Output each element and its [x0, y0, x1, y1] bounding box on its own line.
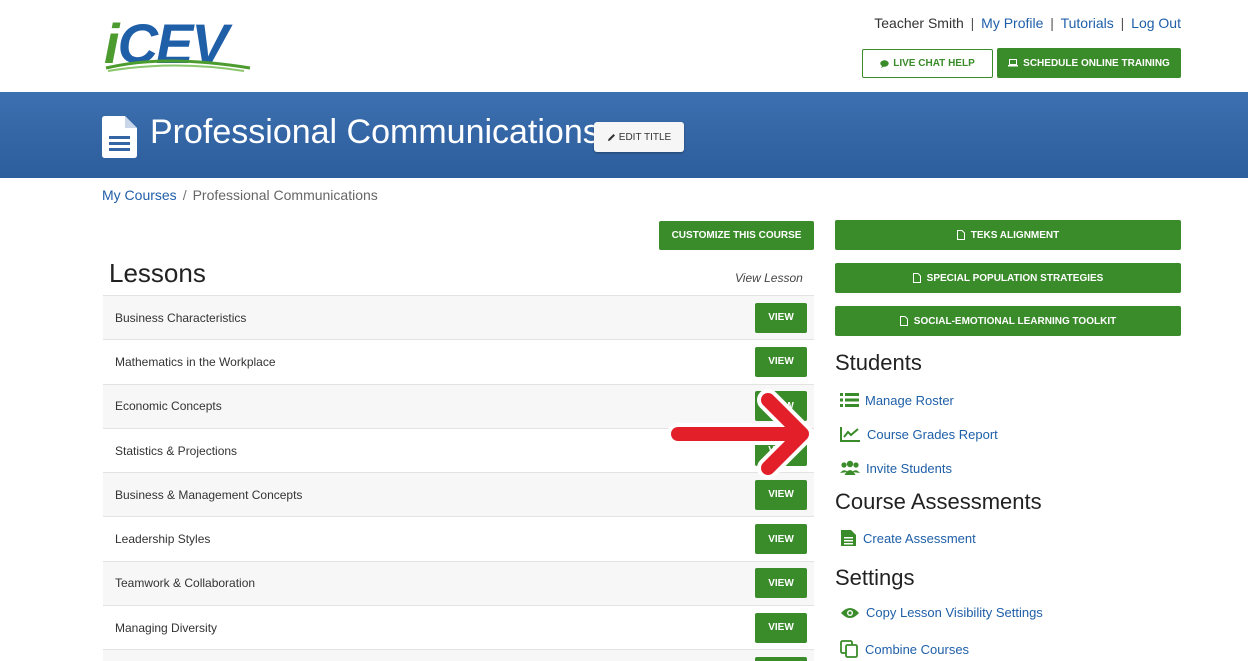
annotation-arrow-icon [668, 389, 813, 479]
users-icon [840, 460, 860, 475]
line-chart-icon [840, 427, 860, 442]
manage-roster-label: Manage Roster [865, 392, 954, 408]
top-header: iCEV Teacher Smith | My Profile | Tutori… [0, 0, 1248, 92]
combine-courses-link[interactable]: Combine Courses [840, 640, 969, 658]
sel-toolkit-button[interactable]: SOCIAL-EMOTIONAL LEARNING TOOLKIT [835, 306, 1181, 336]
schedule-label: SCHEDULE ONLINE TRAINING [1023, 57, 1170, 69]
lesson-name: Business Characteristics [115, 310, 247, 325]
lesson-name: Managing Diversity [115, 620, 218, 635]
chat-bubble-icon [880, 59, 889, 68]
schedule-online-training-button[interactable]: SCHEDULE ONLINE TRAINING [997, 48, 1181, 78]
special-population-label: SPECIAL POPULATION STRATEGIES [926, 272, 1104, 284]
teks-alignment-label: TEKS ALIGNMENT [970, 229, 1060, 241]
lesson-name: Teamwork & Collaboration [115, 576, 256, 591]
manage-roster-link[interactable]: Manage Roster [840, 392, 954, 408]
file-icon [841, 530, 856, 546]
course-grades-report-label: Course Grades Report [867, 426, 998, 442]
table-row: Business Characteristics VIEW [103, 295, 814, 340]
view-lesson-button[interactable]: VIEW [755, 524, 807, 555]
invite-students-label: Invite Students [866, 460, 952, 476]
file-icon [956, 230, 965, 240]
course-assessments-heading: Course Assessments [835, 489, 1042, 514]
copy-lesson-visibility-link[interactable]: Copy Lesson Visibility Settings [840, 605, 1043, 620]
create-assessment-link[interactable]: Create Assessment [840, 529, 976, 547]
lesson-name: Business & Management Concepts [115, 487, 303, 502]
eye-icon [841, 607, 859, 618]
view-lesson-button[interactable]: VIEW [755, 302, 807, 333]
breadcrumb: My Courses / Professional Communications [102, 187, 378, 203]
icev-logo[interactable]: iCEV [104, 14, 264, 78]
logo-swoosh-icon [105, 59, 251, 72]
edit-title-button[interactable]: EDIT TITLE [594, 122, 684, 152]
live-chat-help-button[interactable]: LIVE CHAT HELP [862, 49, 993, 78]
page-title: Professional Communications [150, 113, 600, 151]
special-population-strategies-button[interactable]: SPECIAL POPULATION STRATEGIES [835, 263, 1181, 293]
lessons-heading: Lessons [109, 258, 206, 288]
table-row [103, 649, 814, 661]
table-row: Mathematics in the Workplace VIEW [103, 339, 814, 383]
settings-heading: Settings [835, 565, 915, 590]
lesson-name: Mathematics in the Workplace [115, 354, 276, 369]
edit-title-label: EDIT TITLE [618, 131, 672, 143]
breadcrumb-my-courses[interactable]: My Courses [102, 187, 177, 203]
log-out-link[interactable]: Log Out [1131, 15, 1181, 31]
live-chat-label: LIVE CHAT HELP [893, 58, 975, 69]
copy-lesson-visibility-label: Copy Lesson Visibility Settings [866, 605, 1043, 620]
view-lesson-column-header: View Lesson [735, 271, 803, 285]
file-icon [912, 273, 921, 283]
teks-alignment-button[interactable]: TEKS ALIGNMENT [835, 220, 1181, 250]
invite-students-link[interactable]: Invite Students [840, 460, 952, 476]
user-name: Teacher Smith [874, 15, 964, 31]
table-row: Leadership Styles VIEW [103, 516, 814, 560]
view-lesson-button[interactable] [755, 657, 807, 661]
laptop-icon [1008, 59, 1019, 67]
my-profile-link[interactable]: My Profile [981, 15, 1043, 31]
table-row: Managing Diversity VIEW [103, 605, 814, 649]
course-grades-report-link[interactable]: Course Grades Report [840, 426, 998, 442]
table-row: Teamwork & Collaboration VIEW [103, 560, 814, 606]
create-assessment-label: Create Assessment [863, 530, 976, 546]
view-lesson-button[interactable]: VIEW [755, 612, 807, 643]
sel-toolkit-label: SOCIAL-EMOTIONAL LEARNING TOOLKIT [913, 315, 1117, 327]
tutorials-link[interactable]: Tutorials [1061, 15, 1114, 31]
combine-courses-label: Combine Courses [865, 641, 970, 657]
copy-icon [840, 640, 858, 658]
file-icon [899, 316, 908, 326]
lesson-name: Leadership Styles [115, 532, 211, 547]
customize-course-button[interactable]: CUSTOMIZE THIS COURSE [659, 221, 814, 250]
document-icon [102, 116, 137, 158]
students-heading: Students [835, 350, 922, 375]
view-lesson-button[interactable]: VIEW [755, 479, 807, 510]
lesson-name: Statistics & Projections [115, 443, 238, 458]
lesson-name: Economic Concepts [115, 399, 222, 414]
view-lesson-button[interactable]: VIEW [755, 346, 807, 377]
list-icon [840, 393, 859, 407]
pencil-icon [607, 133, 615, 141]
view-lesson-button[interactable]: VIEW [755, 568, 807, 599]
breadcrumb-current: Professional Communications [192, 187, 378, 203]
user-links: Teacher Smith | My Profile | Tutorials |… [874, 15, 1181, 31]
